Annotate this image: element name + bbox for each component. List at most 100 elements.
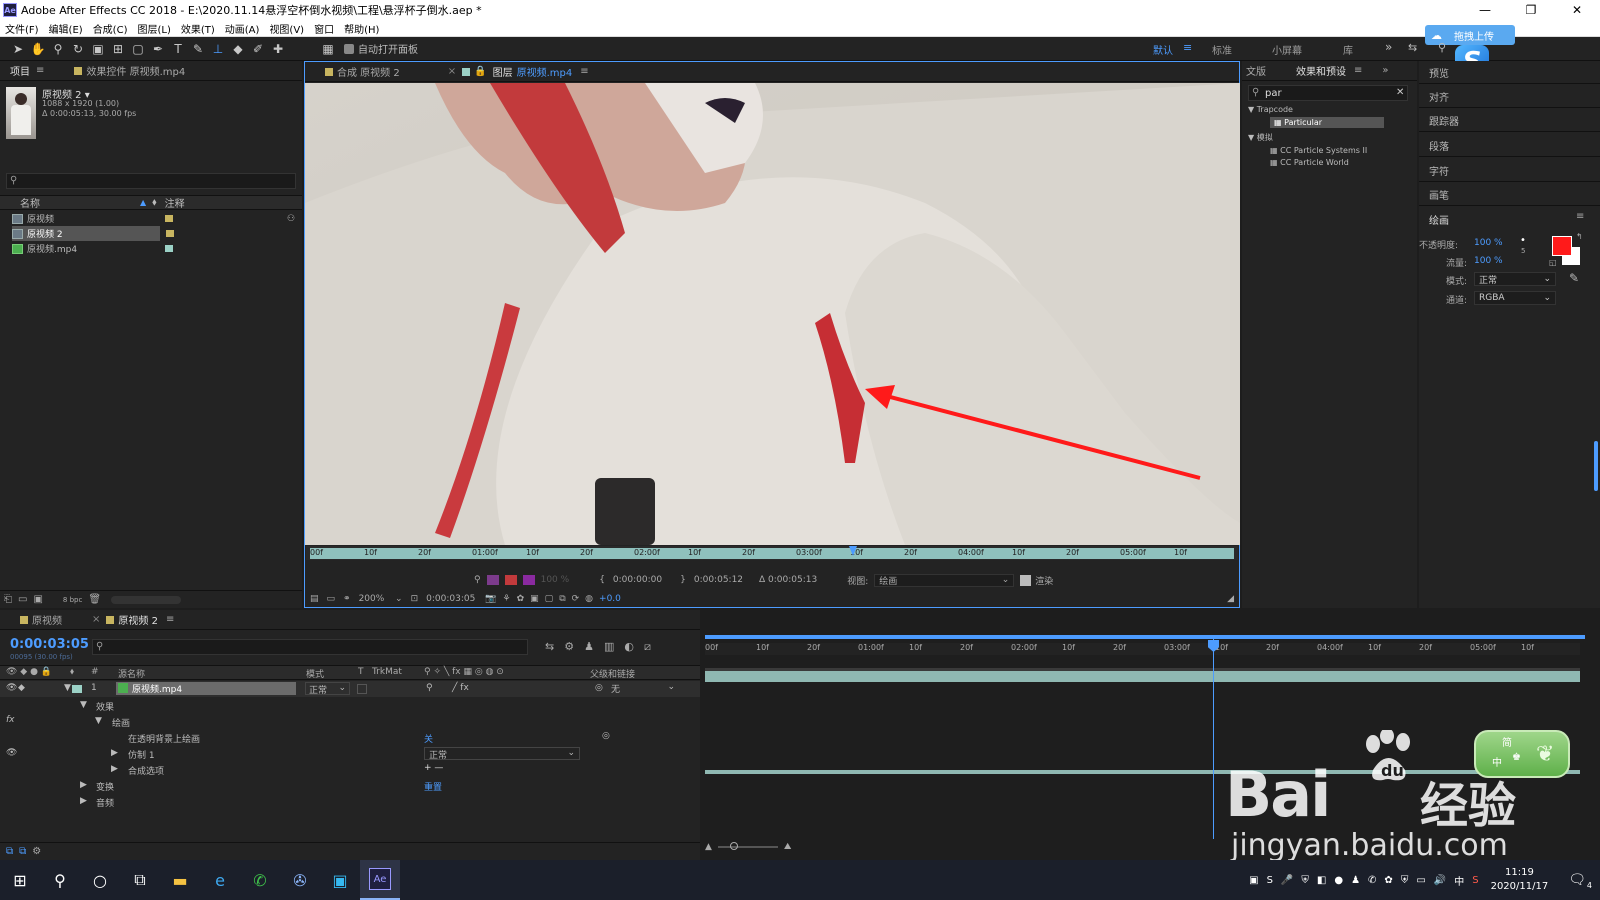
- tab-effect-controls[interactable]: 效果控件 原视频.mp4: [86, 63, 185, 78]
- expand-icon[interactable]: ▶: [111, 764, 118, 774]
- mask-icon[interactable]: ▢: [545, 594, 554, 604]
- effects-search-input[interactable]: [1248, 85, 1408, 101]
- tray-sogou-red-icon[interactable]: S: [1472, 875, 1478, 886]
- label-color-swatch[interactable]: [165, 215, 173, 222]
- resize-handle-icon[interactable]: ◢: [1227, 594, 1234, 604]
- toggle-render-time-icon[interactable]: ⚙: [32, 846, 41, 857]
- panel-menu-icon[interactable]: ≡: [1576, 211, 1584, 222]
- column-comment-header[interactable]: 注释: [165, 195, 185, 210]
- minimize-icon[interactable]: —: [1462, 0, 1508, 20]
- menu-edit[interactable]: 编辑(E): [49, 21, 83, 36]
- property-row[interactable]: fx ▼ 绘画: [0, 714, 700, 730]
- column-name-header[interactable]: 名称: [20, 195, 40, 210]
- tray-network-icon[interactable]: ▭: [1416, 875, 1425, 886]
- 3d-view-icon[interactable]: ⟳: [572, 594, 580, 604]
- type-tool-icon[interactable]: T: [169, 40, 187, 58]
- layer-duration-bar[interactable]: [705, 671, 1580, 682]
- tab-effects-presets[interactable]: 效果和预设: [1296, 63, 1346, 78]
- tab-project[interactable]: 项目: [10, 63, 30, 78]
- tray-app-icon[interactable]: ▣: [1249, 875, 1258, 886]
- file-explorer-icon[interactable]: ▬: [160, 860, 200, 900]
- eyedropper-icon[interactable]: ✎: [1569, 271, 1579, 285]
- composition-mini-flowchart-icon[interactable]: ⇆: [545, 640, 554, 654]
- thumbnail-slider[interactable]: [111, 595, 182, 604]
- menu-view[interactable]: 视图(V): [269, 21, 304, 36]
- panel-tracker[interactable]: 跟踪器: [1429, 113, 1459, 128]
- zoom-out-icon[interactable]: ▲: [705, 842, 712, 852]
- flowchart-icon[interactable]: ⚇: [287, 214, 295, 224]
- list-item[interactable]: 原视频 2: [12, 226, 160, 241]
- channel-button-c[interactable]: [522, 575, 535, 585]
- viewer-time-ruler[interactable]: 00f 10f 20f 01:00f 10f 20f 02:00f 10f 20…: [306, 546, 1238, 560]
- current-time-display[interactable]: 0:00:03:05: [426, 594, 475, 604]
- label-color-swatch[interactable]: [166, 230, 174, 237]
- puppet-icon[interactable]: ⚲: [474, 575, 481, 585]
- toggle-switches-icon[interactable]: ⧉: [6, 846, 13, 857]
- in-point-time[interactable]: 0:00:00:00: [613, 575, 662, 585]
- tab-layer-prefix[interactable]: 图层: [493, 64, 513, 79]
- layer-switches-header-icon[interactable]: ⚲ ✧ ╲ fx ▦ ◎ ◍ ⊙: [424, 667, 504, 677]
- tray-qq-icon[interactable]: ♟: [1351, 875, 1360, 886]
- ime-simplified[interactable]: 简: [1502, 734, 1512, 749]
- menu-layer[interactable]: 图层(L): [137, 21, 170, 36]
- panel-menu-icon[interactable]: ≡: [580, 66, 588, 77]
- mode-header[interactable]: 模式: [306, 667, 324, 680]
- channel-dropdown[interactable]: RGBA ⌄: [1474, 291, 1556, 305]
- opacity-value[interactable]: 100 %: [1474, 238, 1503, 248]
- trash-icon[interactable]: 🗑: [88, 594, 101, 605]
- tray-shield-icon[interactable]: ⛨: [1401, 875, 1409, 886]
- exposure-value[interactable]: +0.0: [599, 594, 621, 604]
- pick-whip-icon[interactable]: ◎: [595, 683, 603, 693]
- timeline-search-input[interactable]: [92, 639, 528, 655]
- menu-help[interactable]: 帮助(H): [344, 21, 379, 36]
- rotate-tool-icon[interactable]: ↻: [69, 40, 87, 58]
- timeline-current-time[interactable]: 0:00:03:05: [10, 637, 89, 652]
- reset-link[interactable]: 重置: [424, 780, 442, 793]
- glasses-icon[interactable]: ⚭: [343, 594, 351, 604]
- menu-window[interactable]: 窗口: [314, 21, 334, 36]
- panel-align[interactable]: 对齐: [1429, 89, 1449, 104]
- workspace-small-screen[interactable]: 小屏幕: [1272, 42, 1302, 57]
- sort-ascending-icon[interactable]: ▲: [140, 198, 146, 207]
- expand-icon[interactable]: ▶: [80, 780, 87, 790]
- search-icon[interactable]: ⚲: [40, 860, 80, 900]
- screen-capture-icon[interactable]: ▣: [320, 860, 360, 900]
- workspace-library[interactable]: 库: [1343, 42, 1353, 57]
- panel-character[interactable]: 字符: [1429, 163, 1449, 178]
- panel-preview[interactable]: 预览: [1429, 65, 1449, 80]
- show-snapshot-icon[interactable]: ⚘: [503, 594, 511, 604]
- panel-brushes[interactable]: 画笔: [1429, 187, 1449, 202]
- table-row[interactable]: 👁 ◆ ▼ 1 原视频.mp4 正常 ⌄ ⚲ ╱ fx ◎ 无 ⌄: [0, 681, 700, 697]
- color-channel-icon[interactable]: ✿: [517, 594, 525, 604]
- tab-text[interactable]: 文版: [1246, 63, 1266, 78]
- panel-menu-icon[interactable]: ≡: [166, 614, 174, 625]
- panel-toggle-icon[interactable]: ▦: [319, 40, 337, 58]
- property-row[interactable]: ▶ 变换 重置: [0, 778, 700, 794]
- label-color-swatch[interactable]: [72, 685, 82, 693]
- expand-icon[interactable]: ▶: [80, 796, 87, 806]
- search-help-icon[interactable]: ⚲: [1438, 41, 1446, 54]
- tray-sogou-icon[interactable]: S: [1267, 875, 1273, 886]
- mode-dropdown[interactable]: 正常 ⌄: [1474, 272, 1556, 286]
- toggle-modes-icon[interactable]: ⧉: [19, 846, 26, 857]
- paint-panel-title[interactable]: 绘画: [1429, 212, 1449, 227]
- motion-blur-icon[interactable]: ◐: [624, 640, 634, 654]
- snapshot-icon[interactable]: 📷: [485, 594, 496, 604]
- panel-paragraph[interactable]: 段落: [1429, 138, 1449, 153]
- always-preview-icon[interactable]: ▤: [310, 594, 319, 604]
- visibility-icon[interactable]: 👁: [6, 748, 17, 758]
- property-row[interactable]: ▼ 效果: [0, 698, 700, 714]
- render-checkbox[interactable]: [1020, 574, 1032, 586]
- region-of-interest-icon[interactable]: ⊡: [411, 594, 419, 604]
- clone-mode-dropdown[interactable]: 正常 ⌄: [424, 747, 580, 761]
- workspace-standard[interactable]: 标准: [1212, 42, 1232, 57]
- expand-icon[interactable]: ▼: [80, 700, 87, 710]
- rectangle-tool-icon[interactable]: ▢: [129, 40, 147, 58]
- tray-security-icon[interactable]: ⛨: [1301, 875, 1309, 886]
- quality-switch-icon[interactable]: ╱ fx: [452, 683, 469, 693]
- tree-group[interactable]: ▼ 模拟: [1248, 132, 1384, 143]
- audio-icon[interactable]: ◆: [18, 683, 25, 693]
- notification-icon[interactable]: 🗨 4: [1568, 872, 1592, 890]
- tab-layer-name[interactable]: 原视频.mp4: [517, 64, 573, 79]
- label-column-icon[interactable]: ⬧: [152, 197, 157, 208]
